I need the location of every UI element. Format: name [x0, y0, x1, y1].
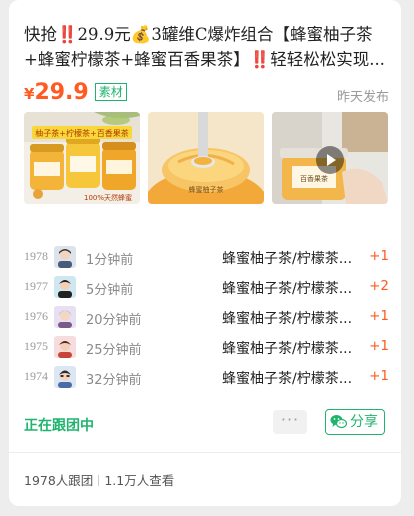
order-time: 1分钟前 [86, 253, 134, 268]
order-item: 蜂蜜柚子茶/柠檬茶... [222, 341, 353, 357]
wechat-icon [330, 415, 347, 429]
product-photo-1[interactable]: 柚子茶+柠檬茶+百香果茶 100%天然蜂蜜 [24, 112, 140, 204]
order-item: 蜂蜜柚子茶/柠檬茶... [222, 371, 353, 387]
photo-3-overlay: 百香果茶 [300, 174, 328, 183]
photo-1-bottom-text: 100%天然蜂蜜 [84, 193, 132, 202]
share-button[interactable]: 分享 [325, 409, 385, 435]
product-photo-2[interactable]: 蜂蜜柚子茶 [148, 112, 264, 204]
order-time: 20分钟前 [86, 313, 142, 328]
image-gallery: 柚子茶+柠檬茶+百香果茶 100%天然蜂蜜 蜂蜜柚子茶 百香果茶 [24, 112, 388, 204]
price-symbol: ¥ [24, 85, 35, 103]
share-label: 分享 [350, 414, 378, 430]
order-time: 25分钟前 [86, 343, 142, 358]
product-video-3[interactable]: 百香果茶 [272, 112, 388, 204]
divider [9, 452, 401, 453]
order-item: 蜂蜜柚子茶/柠檬茶... [222, 311, 353, 327]
avatar [54, 366, 76, 388]
order-item: 蜂蜜柚子茶/柠檬茶... [222, 281, 353, 297]
order-time: 32分钟前 [86, 373, 142, 388]
order-list: 1978 1分钟前 蜂蜜柚子茶/柠檬茶... +1 1977 5分钟前 蜂蜜柚子… [24, 243, 389, 393]
view-count: 1.1万人查看 [104, 473, 175, 488]
avatar [54, 336, 76, 358]
order-count: +1 [369, 338, 389, 354]
order-time: 5分钟前 [86, 283, 134, 298]
footer-separator [98, 475, 100, 486]
order-count: +1 [369, 308, 389, 324]
order-number: 1977 [24, 279, 48, 293]
publish-time: 昨天发布 [336, 90, 389, 105]
stats-footer: 1978人跟团 1.1万人查看 [24, 470, 174, 489]
price-value: 29.9 [34, 80, 89, 105]
order-row[interactable]: 1976 20分钟前 蜂蜜柚子茶/柠檬茶... +1 [24, 303, 389, 333]
play-icon[interactable] [316, 146, 344, 174]
photo-1-overlay: 柚子茶+柠檬茶+百香果茶 [35, 128, 128, 138]
order-number: 1978 [24, 249, 48, 263]
order-row[interactable]: 1974 32分钟前 蜂蜜柚子茶/柠檬茶... +1 [24, 363, 389, 393]
joined-count: 1978人跟团 [24, 473, 94, 488]
avatar [54, 306, 76, 328]
post-title-line-1: 快抢‼️29.9元💰3罐维C爆炸组合【蜂蜜柚子茶 [24, 25, 373, 44]
group-buy-card[interactable]: 快抢‼️29.9元💰3罐维C爆炸组合【蜂蜜柚子茶 +蜂蜜柠檬茶+蜂蜜百香果茶】‼… [9, 0, 401, 506]
order-row[interactable]: 1978 1分钟前 蜂蜜柚子茶/柠檬茶... +1 [24, 243, 389, 273]
avatar [54, 246, 76, 268]
order-number: 1974 [24, 369, 48, 383]
order-row[interactable]: 1977 5分钟前 蜂蜜柚子茶/柠檬茶... +2 [24, 273, 389, 303]
material-tag[interactable]: 素材 [94, 83, 127, 101]
order-item: 蜂蜜柚子茶/柠檬茶... [222, 251, 353, 267]
order-count: +1 [369, 248, 389, 264]
order-row[interactable]: 1975 25分钟前 蜂蜜柚子茶/柠檬茶... +1 [24, 333, 389, 363]
following-status: 正在跟团中 [24, 418, 94, 434]
post-title-line-2: +蜂蜜柠檬茶+蜂蜜百香果茶】‼️轻轻松松实现... [24, 50, 385, 69]
post-title[interactable]: 快抢‼️29.9元💰3罐维C爆炸组合【蜂蜜柚子茶 +蜂蜜柠檬茶+蜂蜜百香果茶】‼… [24, 22, 389, 72]
avatar [54, 276, 76, 298]
more-button[interactable]: ··· [273, 410, 307, 434]
order-number: 1975 [24, 339, 48, 353]
order-count: +2 [369, 278, 389, 294]
photo-2-overlay: 蜂蜜柚子茶 [189, 185, 224, 194]
order-number: 1976 [24, 309, 48, 323]
order-count: +1 [369, 368, 389, 384]
price-row: ¥29.9 素材 昨天发布 [24, 80, 389, 106]
price: ¥29.9 [24, 80, 89, 105]
